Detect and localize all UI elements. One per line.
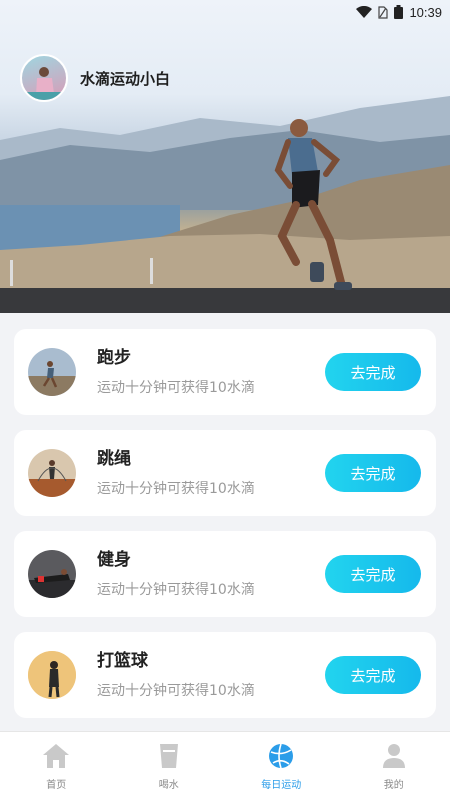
user-profile[interactable]: 水滴运动小白 [20, 54, 170, 102]
runner-landscape-image [0, 96, 450, 313]
task-title: 跑步 [97, 348, 131, 368]
fitness-photo-icon [28, 550, 76, 598]
username: 水滴运动小白 [80, 69, 171, 88]
ball-icon [269, 743, 294, 769]
status-time: 10:39 [409, 4, 442, 20]
hero-banner: 水滴运动小白 [0, 0, 450, 313]
task-card-fitness: 健身 运动十分钟可获得10水滴 去完成 [14, 531, 436, 617]
cup-icon [159, 744, 178, 768]
task-list: 跑步 运动十分钟可获得10水滴 去完成 跳绳 运动十分钟可获得10水滴 去完成 … [14, 329, 436, 733]
task-card-running: 跑步 运动十分钟可获得10水滴 去完成 [14, 329, 436, 415]
jump-rope-photo-icon [28, 449, 76, 497]
basketball-photo-icon [28, 651, 76, 699]
tab-water[interactable]: 喝水 [113, 732, 226, 801]
tab-daily-exercise[interactable]: 每日运动 [225, 732, 338, 801]
tab-profile[interactable]: 我的 [338, 732, 450, 801]
task-card-jump-rope: 跳绳 运动十分钟可获得10水滴 去完成 [14, 430, 436, 516]
no-sim-icon [378, 5, 389, 19]
wifi-icon [356, 6, 373, 18]
tab-label: 每日运动 [261, 780, 302, 791]
running-photo-icon [28, 348, 76, 396]
status-bar: 10:39 [0, 0, 450, 24]
task-title: 健身 [97, 550, 131, 570]
avatar[interactable] [20, 54, 68, 102]
bottom-tab-bar: 首页 喝水 每日运动 我的 [0, 731, 450, 801]
battery-icon [394, 5, 404, 19]
tab-label: 首页 [46, 780, 67, 791]
task-desc: 运动十分钟可获得10水滴 [97, 380, 255, 396]
task-card-basketball: 打篮球 运动十分钟可获得10水滴 去完成 [14, 632, 436, 718]
complete-button[interactable]: 去完成 [325, 454, 421, 492]
tab-home[interactable]: 首页 [0, 732, 113, 801]
complete-button[interactable]: 去完成 [325, 656, 421, 694]
user-icon [382, 744, 405, 768]
task-desc: 运动十分钟可获得10水滴 [97, 683, 255, 699]
complete-button[interactable]: 去完成 [325, 353, 421, 391]
tab-label: 喝水 [158, 780, 179, 791]
task-title: 打篮球 [97, 651, 148, 671]
home-icon [43, 744, 70, 768]
tab-label: 我的 [383, 780, 404, 791]
complete-button[interactable]: 去完成 [325, 555, 421, 593]
task-desc: 运动十分钟可获得10水滴 [97, 481, 255, 497]
task-title: 跳绳 [97, 449, 131, 469]
task-desc: 运动十分钟可获得10水滴 [97, 582, 255, 598]
